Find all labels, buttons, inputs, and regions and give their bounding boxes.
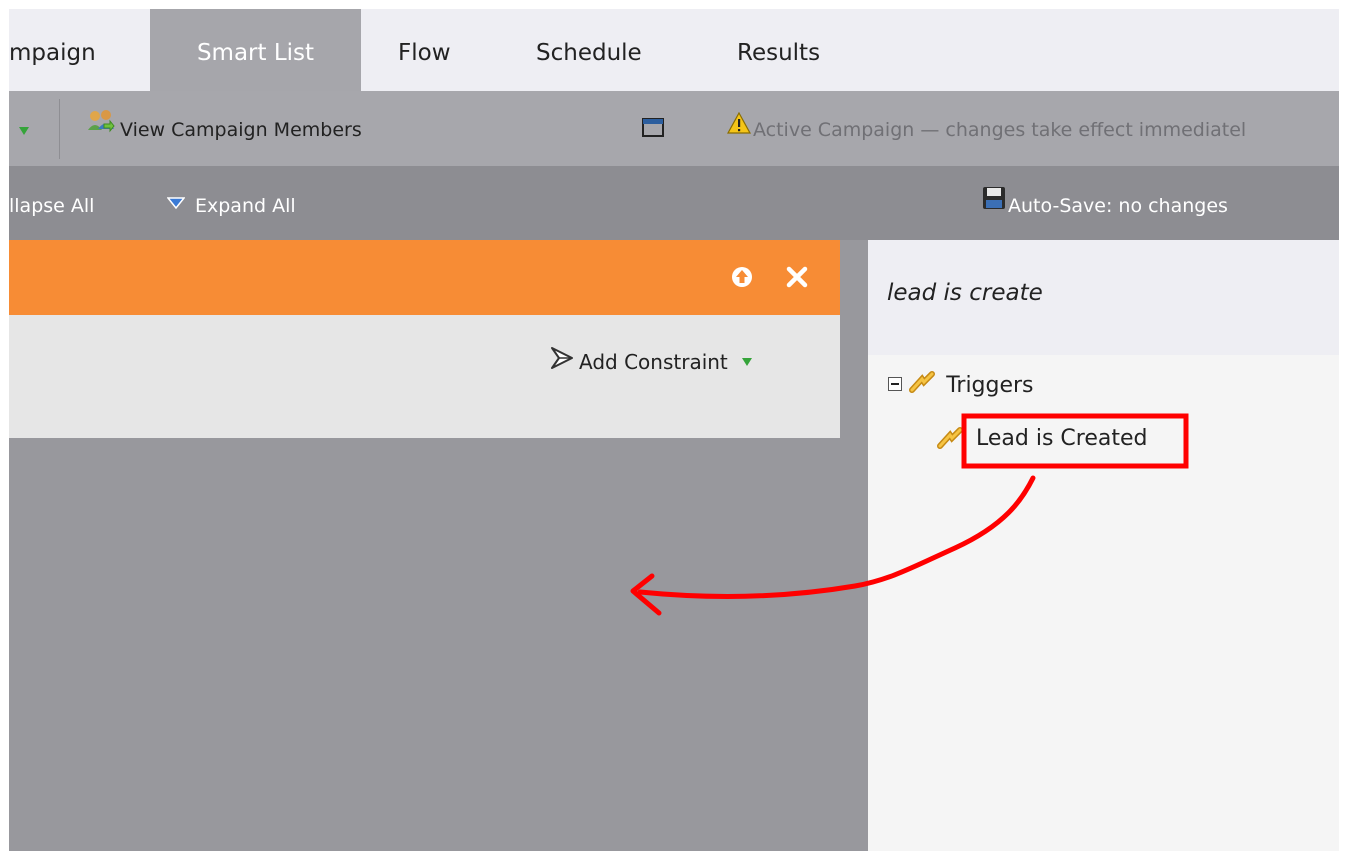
right-gutter — [1339, 0, 1350, 851]
highlight-box — [961, 413, 1189, 469]
annotation-overlay — [630, 413, 1189, 616]
drag-arrow — [637, 475, 1036, 600]
